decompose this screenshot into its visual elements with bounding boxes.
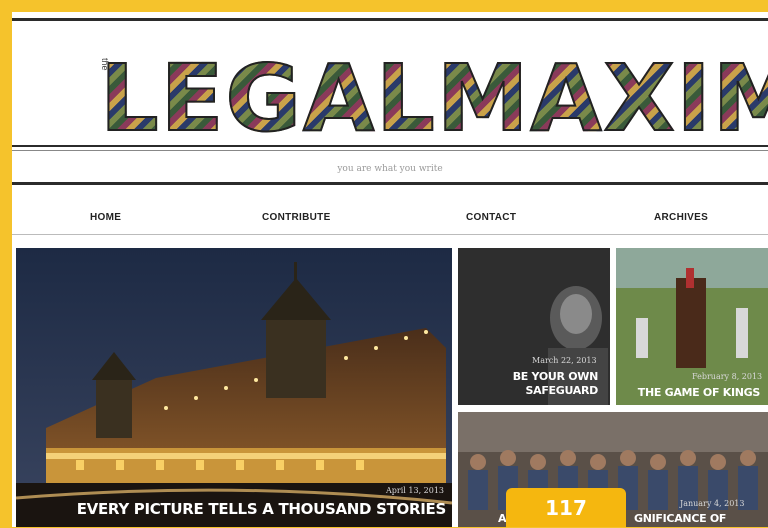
header-top-rule bbox=[12, 18, 768, 21]
page-container: the LEGAL MAXIM you are what you write H… bbox=[12, 12, 768, 527]
post-tile-diversity-date: January 4, 2013 bbox=[680, 499, 745, 508]
nav-contact[interactable]: CONTACT bbox=[466, 212, 516, 223]
featured-post-tile[interactable]: April 13, 2013 EVERY PICTURE TELLS A THO… bbox=[16, 248, 452, 527]
post-tile-game-of-kings-image bbox=[616, 248, 768, 405]
site-tagline: you are what you write bbox=[337, 164, 443, 174]
post-tile-safeguard-title-line2: SAFEGUARD bbox=[525, 384, 598, 397]
header-rule-lower bbox=[12, 182, 768, 185]
logo-word-maxim: MAXIM bbox=[436, 52, 768, 146]
share-count-badge[interactable]: 117 bbox=[506, 488, 626, 527]
featured-post-title: EVERY PICTURE TELLS A THOUSAND STORIES bbox=[76, 500, 447, 518]
nav-archives[interactable]: ARCHIVES bbox=[654, 212, 708, 223]
post-tile-game-of-kings-title: THE GAME OF KINGS bbox=[637, 386, 761, 399]
post-tile-diversity-title-left: A bbox=[498, 512, 507, 525]
nav-bottom-rule bbox=[12, 234, 768, 235]
header-rule-upper-thin bbox=[12, 150, 768, 151]
nav-contribute[interactable]: CONTRIBUTE bbox=[262, 212, 331, 223]
post-tile-safeguard[interactable]: March 22, 2013 BE YOUR OWN SAFEGUARD bbox=[458, 248, 610, 405]
logo-word-legal: LEGAL bbox=[99, 45, 437, 152]
post-tile-diversity-title-right: GNIFICANCE OF DIVERSITY bbox=[634, 512, 727, 527]
post-tile-game-of-kings[interactable]: February 8, 2013 THE GAME OF KINGS bbox=[616, 248, 768, 405]
header-rule-upper bbox=[12, 145, 768, 147]
featured-post-date: April 13, 2013 bbox=[386, 486, 445, 495]
post-tile-safeguard-title-line1: BE YOUR OWN bbox=[512, 370, 599, 383]
main-navigation: HOME CONTRIBUTE CONTACT ARCHIVES bbox=[12, 204, 768, 234]
logo-small-text: the bbox=[100, 58, 110, 71]
site-logo[interactable]: the LEGAL MAXIM bbox=[99, 45, 768, 152]
nav-home[interactable]: HOME bbox=[90, 212, 121, 223]
post-tile-safeguard-date: March 22, 2013 bbox=[532, 356, 597, 365]
post-tile-game-of-kings-date: February 8, 2013 bbox=[692, 372, 763, 381]
